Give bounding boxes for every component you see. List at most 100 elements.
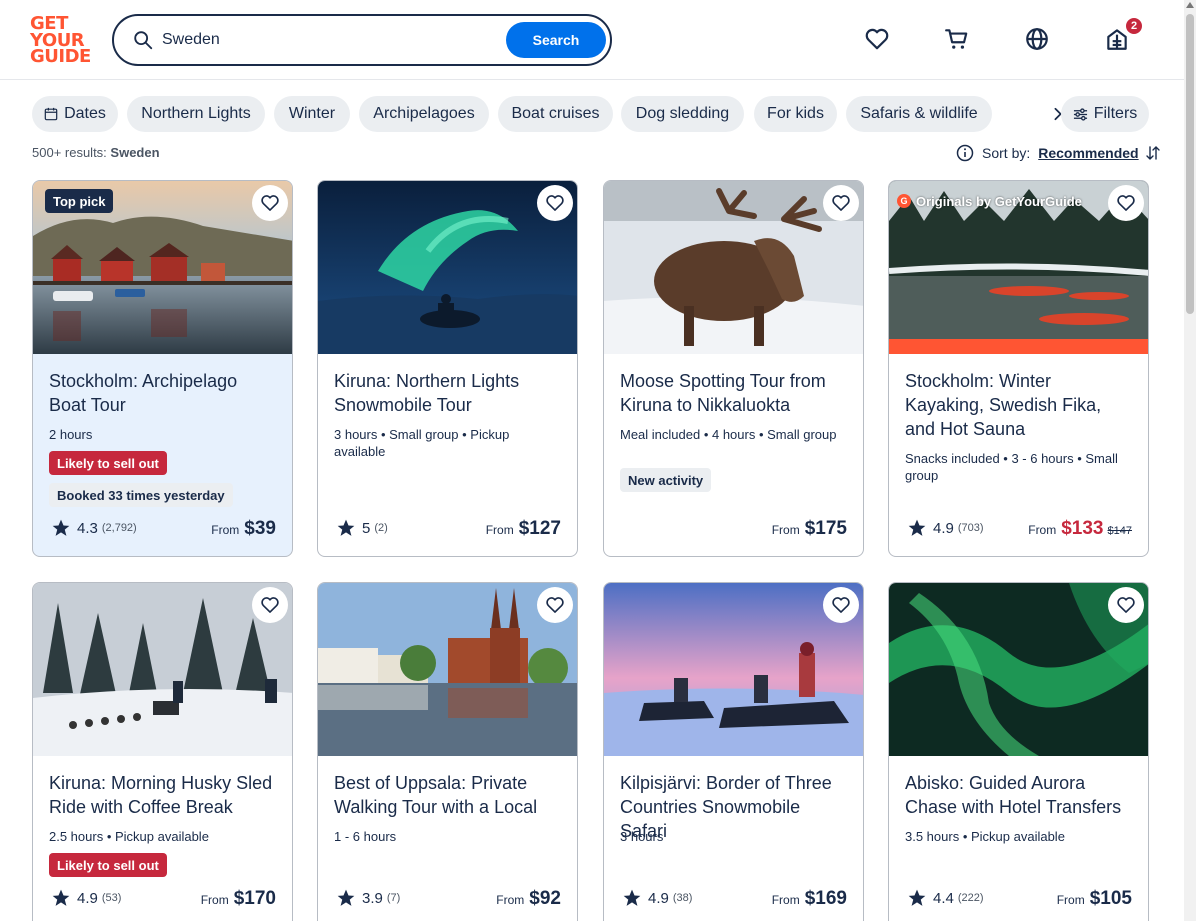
search-input[interactable]: [162, 26, 502, 54]
cart-icon[interactable]: [944, 26, 970, 52]
favorite-button[interactable]: [1108, 587, 1144, 623]
price-from-label: From: [200, 893, 229, 907]
chip-boat-cruises[interactable]: Boat cruises: [498, 96, 613, 132]
price-amount: $169: [804, 888, 847, 909]
card-meta: 1 - 6 hours: [334, 829, 397, 844]
search-button[interactable]: Search: [506, 22, 606, 58]
search-bar: Search: [112, 14, 612, 66]
card-price: From $105: [1057, 888, 1132, 910]
card-price: From $39: [211, 518, 276, 540]
results-count: 500+ results: Sweden: [32, 145, 160, 160]
getyourguide-logo[interactable]: GET YOUR GUIDE: [30, 13, 91, 67]
info-icon[interactable]: [956, 144, 974, 162]
filters-button[interactable]: Filters: [1061, 96, 1149, 132]
price-from-label: From: [1056, 893, 1085, 907]
getyourguide-g-icon: G: [897, 194, 911, 208]
scroll-thumb[interactable]: [1186, 14, 1194, 314]
price-from-label: From: [485, 523, 514, 537]
sort-value[interactable]: Recommended: [1038, 145, 1138, 161]
chip-label: Winter: [288, 105, 336, 122]
likely-to-sell-out-badge: Likely to sell out: [49, 853, 167, 877]
rating-value: 4.9: [648, 889, 669, 907]
chip-label: Boat cruises: [511, 105, 600, 122]
heart-icon: [1117, 195, 1135, 211]
card-meta: Meal included • 4 hours • Small group: [620, 427, 837, 442]
sort-label: Sort by:: [982, 145, 1031, 161]
heart-icon[interactable]: [864, 26, 890, 52]
star-icon: [908, 889, 926, 906]
search-icon: [134, 31, 153, 50]
booked-count-badge: Booked 33 times yesterday: [49, 483, 233, 507]
chip-archipelagoes[interactable]: Archipelagoes: [359, 96, 489, 132]
scroll-up-arrow-icon[interactable]: [1186, 2, 1194, 8]
heart-icon: [261, 597, 279, 613]
sort-control[interactable]: Sort by: Recommended: [956, 143, 1161, 163]
card-meta: 3 hours: [620, 829, 664, 844]
favorite-button[interactable]: [252, 185, 288, 221]
chip-label: For kids: [767, 105, 824, 122]
activity-card-moose-spotting[interactable]: Moose Spotting Tour from Kiruna to Nikka…: [603, 180, 864, 557]
card-price: From $169: [772, 888, 847, 910]
chip-dog-sledding[interactable]: Dog sledding: [621, 96, 744, 132]
favorite-button[interactable]: [537, 185, 573, 221]
chip-for-kids[interactable]: For kids: [754, 96, 837, 132]
card-title[interactable]: Moose Spotting Tour from Kiruna to Nikka…: [620, 369, 850, 417]
favorite-button[interactable]: [537, 587, 573, 623]
activity-card-husky-sled[interactable]: Kiruna: Morning Husky Sled Ride with Cof…: [32, 582, 293, 921]
card-rating: 4.9 (703): [907, 518, 984, 538]
filter-chips-row: Dates Northern Lights Winter Archipelago…: [32, 96, 1152, 132]
price-from-label: From: [211, 523, 240, 537]
price-from-label: From: [496, 893, 525, 907]
activity-card-abisko-aurora-chase[interactable]: Abisko: Guided Aurora Chase with Hotel T…: [888, 582, 1149, 921]
logo-line-1: GET: [30, 13, 68, 34]
chip-northern-lights[interactable]: Northern Lights: [127, 96, 265, 132]
favorite-button[interactable]: [1108, 185, 1144, 221]
favorite-button[interactable]: [823, 185, 859, 221]
card-rating: 3.9 (7): [336, 888, 400, 908]
star-icon: [337, 519, 355, 536]
originals-label: Originals by GetYourGuide: [916, 193, 1082, 209]
price-amount: $92: [529, 888, 561, 909]
activity-card-archipelago-boat-tour[interactable]: Top pick Stockholm: Archipelago Boat Tou…: [32, 180, 293, 557]
price-amount: $175: [804, 518, 847, 539]
activity-card-winter-kayaking[interactable]: G Originals by GetYourGuide Stockholm: W…: [888, 180, 1149, 557]
card-title[interactable]: Abisko: Guided Aurora Chase with Hotel T…: [905, 771, 1135, 819]
price-amount: $127: [518, 518, 561, 539]
card-title[interactable]: Stockholm: Winter Kayaking, Swedish Fika…: [905, 369, 1135, 441]
card-title[interactable]: Kiruna: Morning Husky Sled Ride with Cof…: [49, 771, 279, 819]
chip-label: Dog sledding: [635, 105, 730, 122]
card-title[interactable]: Kiruna: Northern Lights Snowmobile Tour: [334, 369, 564, 417]
card-title[interactable]: Best of Uppsala: Private Walking Tour wi…: [334, 771, 564, 819]
card-price: From $133 $147: [1028, 518, 1132, 540]
chip-label: Safaris & wildlife: [860, 105, 978, 122]
card-rating: 4.3 (2,792): [51, 518, 137, 538]
star-icon: [337, 889, 355, 906]
star-icon: [623, 889, 641, 906]
favorite-button[interactable]: [252, 587, 288, 623]
star-icon: [908, 519, 926, 536]
review-count: (2,792): [101, 522, 137, 534]
logo-line-3: GUIDE: [30, 46, 91, 67]
price-amount: $39: [244, 518, 276, 539]
rating-value: 5: [362, 519, 371, 537]
card-meta: 3.5 hours • Pickup available: [905, 829, 1065, 844]
favorite-button[interactable]: [823, 587, 859, 623]
rating-value: 4.9: [933, 519, 954, 537]
chip-safaris-wildlife[interactable]: Safaris & wildlife: [846, 96, 992, 132]
calendar-icon: [44, 107, 58, 121]
star-icon: [52, 889, 70, 906]
activity-card-uppsala-walking-tour[interactable]: Best of Uppsala: Private Walking Tour wi…: [317, 582, 578, 921]
activity-card-northern-lights-snowmobile[interactable]: Kiruna: Northern Lights Snowmobile Tour …: [317, 180, 578, 557]
price-from-label: From: [771, 523, 800, 537]
card-title[interactable]: Stockholm: Archipelago Boat Tour: [49, 369, 279, 417]
top-pick-badge: Top pick: [45, 189, 114, 213]
heart-icon: [546, 195, 564, 211]
originals-strip: [889, 339, 1148, 354]
activity-card-three-countries-snowmobile[interactable]: Kilpisjärvi: Border of Three Countries S…: [603, 582, 864, 921]
chip-winter[interactable]: Winter: [274, 96, 350, 132]
rating-value: 4.4: [933, 889, 954, 907]
chip-dates[interactable]: Dates: [32, 96, 118, 132]
card-rating: 4.4 (222): [907, 888, 984, 908]
page-scrollbar[interactable]: [1184, 0, 1196, 921]
globe-icon[interactable]: [1024, 26, 1050, 52]
